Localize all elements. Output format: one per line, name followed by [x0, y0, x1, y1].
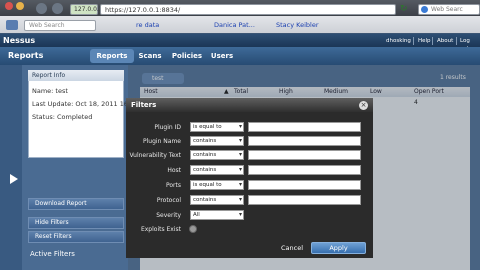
close-icon[interactable]: × — [359, 101, 368, 110]
report-last-update: Last Update: Oct 18, 2011 16:54 — [32, 100, 139, 108]
page-title: Reports — [8, 51, 44, 60]
filter-label-ports: Ports — [165, 182, 181, 189]
report-info-title: Report Info — [28, 70, 124, 81]
logout-link[interactable]: Log out — [460, 37, 480, 52]
panel-toggle-bar[interactable] — [0, 65, 22, 270]
back-icon[interactable] — [36, 3, 47, 14]
about-link[interactable]: About — [437, 37, 453, 45]
home-icon[interactable] — [6, 20, 18, 30]
plugin-id-value-input[interactable] — [248, 122, 361, 132]
host-operator-select[interactable]: contains — [190, 165, 244, 175]
report-status: Status: Completed — [32, 113, 93, 121]
header-divider — [413, 37, 414, 45]
bookmark-link[interactable]: Danica Pat... — [214, 21, 255, 29]
ports-operator-select[interactable]: is equal to — [190, 180, 244, 190]
tab-users[interactable]: Users — [208, 49, 236, 63]
tab-scans[interactable]: Scans — [134, 49, 166, 63]
vulnerability-text-value-input[interactable] — [248, 150, 361, 160]
header-divider — [456, 37, 457, 45]
active-filters-heading: Active Filters — [30, 250, 75, 258]
protocol-operator-select[interactable]: contains — [190, 195, 244, 205]
filter-label-exploits-exist: Exploits Exist — [140, 226, 181, 233]
filters-dialog-title: Filters — [131, 101, 157, 109]
hide-filters-button[interactable]: Hide Filters — [28, 217, 124, 229]
host-value-input[interactable] — [248, 165, 361, 175]
filter-label-plugin-id: Plugin ID — [154, 124, 181, 131]
bookmark-link[interactable]: re data — [136, 21, 159, 29]
exploits-exist-checkbox[interactable] — [189, 225, 197, 233]
filter-label-plugin-name: Plugin Name — [143, 138, 181, 145]
apply-button[interactable]: Apply — [311, 242, 366, 254]
protocol-value-input[interactable] — [248, 195, 361, 205]
filter-label-protocol: Protocol — [156, 197, 181, 204]
toolbar-search-input[interactable]: Web Search — [24, 20, 96, 31]
site-identity-badge[interactable]: 127.0.0.1 — [70, 4, 103, 15]
forward-icon[interactable] — [52, 3, 63, 14]
vulnerability-text-operator-select[interactable]: contains — [190, 150, 244, 160]
filter-label-vulnerability-text: Vulnerability Text — [129, 152, 181, 159]
main-nav — [0, 47, 480, 65]
severity-select[interactable]: All — [190, 210, 244, 220]
user-name: dhosking — [386, 38, 411, 44]
download-report-button[interactable]: Download Report — [28, 198, 124, 210]
plugin-name-operator-select[interactable]: contains — [190, 136, 244, 146]
filter-label-host: Host — [167, 167, 181, 174]
nessus-logo: Nessus — [3, 36, 36, 45]
header-divider — [432, 37, 433, 45]
plugin-name-value-input[interactable] — [248, 136, 361, 146]
cancel-button[interactable]: Cancel — [276, 242, 308, 254]
url-bar[interactable]: https://127.0.0.1:8834/ — [100, 4, 396, 15]
filters-dialog-header — [126, 98, 373, 112]
reload-icon[interactable]: ↻ — [400, 4, 410, 14]
tab-policies[interactable]: Policies — [170, 49, 204, 63]
bookmark-link[interactable]: Stacy Keibler — [276, 21, 319, 29]
search-engine-icon[interactable] — [421, 6, 428, 13]
tab-reports[interactable]: Reports — [90, 49, 134, 63]
help-link[interactable]: Help — [418, 37, 431, 45]
filter-label-severity: Severity — [156, 212, 181, 219]
plugin-id-operator-select[interactable]: is equal to — [190, 122, 244, 132]
ports-value-input[interactable] — [248, 180, 361, 190]
expand-arrow-icon[interactable] — [10, 174, 18, 184]
close-window-icon[interactable] — [5, 2, 13, 10]
reset-filters-button[interactable]: Reset Filters — [28, 231, 124, 243]
report-name: Name: test — [32, 87, 68, 95]
minimize-window-icon[interactable] — [16, 2, 24, 10]
